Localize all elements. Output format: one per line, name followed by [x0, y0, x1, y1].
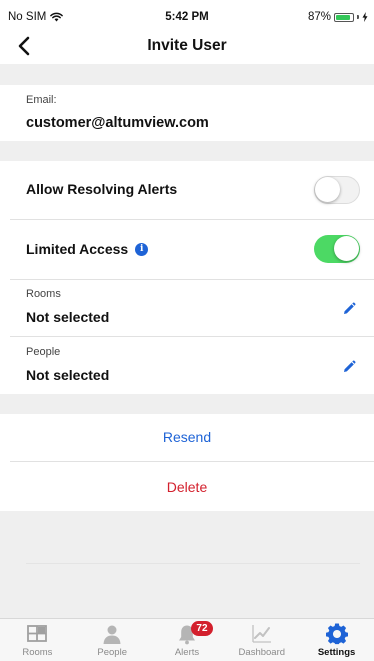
- info-icon[interactable]: i: [135, 242, 149, 256]
- people-label: People: [26, 346, 61, 358]
- tab-bar: Rooms People 72 Alerts Dashboard Setting…: [0, 618, 374, 661]
- limited-access-toggle[interactable]: [314, 235, 360, 263]
- chart-line-icon: [252, 625, 271, 643]
- section-spacer: [0, 64, 374, 85]
- email-label: Email:: [26, 94, 57, 106]
- row-divider: [10, 219, 374, 220]
- battery-cap: [357, 15, 359, 19]
- allow-resolving-alerts-text: Allow Resolving Alerts: [26, 181, 178, 197]
- tab-rooms[interactable]: Rooms: [0, 619, 75, 661]
- tab-alerts[interactable]: 72 Alerts: [150, 619, 225, 661]
- tab-label: Settings: [317, 647, 356, 658]
- status-bar: No SIM 5:42 PM 87%: [0, 0, 374, 28]
- section-spacer: [0, 141, 374, 161]
- delete-button[interactable]: Delete: [0, 479, 374, 495]
- email-value: customer@altumview.com: [26, 115, 209, 131]
- edit-pencil-icon[interactable]: [342, 360, 356, 374]
- limited-access-text: Limited Access: [26, 241, 129, 257]
- gear-icon: [325, 623, 348, 645]
- email-section: Email: customer@altumview.com: [0, 85, 374, 141]
- limited-access-label: Limited Access i: [26, 241, 149, 257]
- person-icon: [103, 625, 121, 644]
- tab-label: Dashboard: [238, 647, 286, 658]
- section-spacer: [0, 394, 374, 414]
- battery-icon: [334, 12, 354, 22]
- rooms-label: Rooms: [26, 288, 61, 300]
- row-divider: [10, 461, 374, 462]
- people-value: Not selected: [26, 367, 110, 383]
- allow-resolving-alerts-toggle[interactable]: [314, 176, 360, 204]
- toggle-knob: [333, 236, 359, 261]
- charging-bolt-icon: [362, 12, 368, 22]
- edit-pencil-icon[interactable]: [342, 302, 356, 316]
- battery-level-fill: [336, 14, 350, 20]
- alerts-count-badge: 72: [190, 621, 213, 636]
- rooms-grid-icon: [27, 625, 48, 642]
- tab-settings[interactable]: Settings: [299, 619, 374, 661]
- tab-dashboard[interactable]: Dashboard: [224, 619, 299, 661]
- toggle-knob: [315, 177, 340, 202]
- tab-label: Rooms: [22, 647, 53, 658]
- battery-indicator: 87%: [308, 11, 368, 23]
- permissions-section: Allow Resolving Alerts Limited Access i: [0, 161, 374, 279]
- people-row[interactable]: People Not selected: [0, 336, 374, 394]
- allow-resolving-alerts-label: Allow Resolving Alerts: [26, 181, 177, 197]
- actions-section: Resend Delete: [0, 414, 374, 511]
- tab-label: Alerts: [174, 647, 200, 658]
- empty-area-divider: [26, 563, 360, 564]
- rooms-value: Not selected: [26, 309, 110, 325]
- page-title: Invite User: [147, 37, 227, 54]
- navigation-bar: Invite User: [0, 28, 374, 64]
- rooms-row[interactable]: Rooms Not selected: [0, 279, 374, 336]
- battery-percent: 87%: [307, 11, 331, 23]
- tab-people[interactable]: People: [75, 619, 150, 661]
- resend-button[interactable]: Resend: [0, 429, 374, 445]
- access-scope-section: Rooms Not selected People Not selected: [0, 279, 374, 394]
- tab-label: People: [97, 647, 127, 658]
